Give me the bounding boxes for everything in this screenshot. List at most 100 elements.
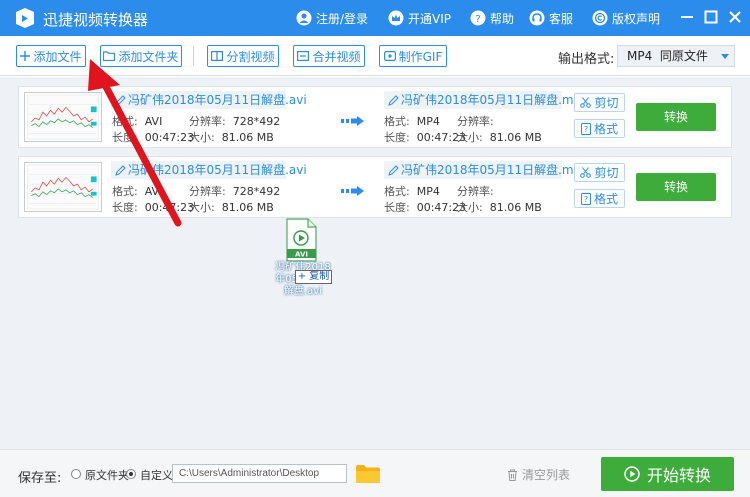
source-format-value: AVI — [144, 185, 163, 198]
radio-original-folder[interactable] — [71, 469, 81, 479]
format-label: 格式 — [593, 122, 618, 136]
cut-button[interactable]: 剪切 — [574, 163, 625, 182]
output-size-key: 大小: — [457, 131, 483, 144]
app-title: 迅捷视频转换器 — [43, 11, 149, 29]
service-button[interactable]: 客服 — [529, 9, 573, 27]
copyright-button[interactable]: 版权声明 — [592, 9, 660, 27]
source-size-key: 大小: — [189, 201, 215, 214]
output-resolution-key: 分辨率: — [457, 185, 494, 198]
source-length-key: 长度: — [112, 201, 138, 214]
source-file-name-text: 冯矿伟2018年05月11日解盘.avi — [128, 93, 307, 107]
folder-icon — [103, 51, 116, 61]
minimize-icon[interactable] — [680, 10, 694, 24]
make-gif-label: 制作GIF — [398, 49, 443, 64]
format-label: 格式 — [593, 192, 618, 206]
output-format-value: MP4 — [416, 115, 440, 128]
source-size-value: 81.06 MB — [221, 131, 274, 144]
svg-text:?: ? — [584, 195, 588, 204]
source-length-value: 00:47:23 — [144, 201, 195, 214]
output-format-select[interactable]: MP4 同原文件 — [617, 45, 735, 67]
pencil-icon[interactable] — [115, 165, 126, 176]
output-format-value: MP4 — [416, 185, 440, 198]
source-length-key: 长度: — [112, 131, 138, 144]
copy-badge: + 复制 — [295, 270, 332, 284]
source-length: 长度: 00:47:23 — [112, 199, 194, 215]
add-folder-button[interactable]: 添加文件夹 — [100, 45, 182, 67]
svg-text:?: ? — [475, 14, 480, 25]
convert-arrow-icon — [341, 116, 364, 126]
output-resolution: 分辨率: — [457, 113, 494, 129]
output-file-name-text: 冯矿伟2018年05月11日解盘.m... — [401, 163, 586, 177]
convert-button[interactable]: 转换 — [636, 173, 716, 201]
merge-video-button[interactable]: 合并视频 — [293, 45, 365, 67]
svg-text:?: ? — [584, 125, 588, 134]
output-format-key: 格式: — [384, 185, 410, 198]
login-button[interactable]: 注册/登录 — [296, 9, 368, 27]
source-format: 格式: AVI — [112, 183, 162, 199]
headset-icon — [529, 10, 545, 26]
folder-browse-icon[interactable] — [356, 465, 380, 483]
add-folder-label: 添加文件夹 — [118, 49, 179, 64]
clear-list-button[interactable]: 清空列表 — [507, 466, 570, 483]
video-thumbnail — [24, 92, 102, 142]
clear-list-label: 清空列表 — [522, 468, 571, 482]
source-file-name: 冯矿伟2018年05月11日解盘.avi — [111, 91, 307, 109]
vip-button[interactable]: 开通VIP — [388, 9, 451, 27]
output-format: 格式: MP4 — [384, 183, 440, 199]
start-convert-button[interactable]: 开始转换 — [601, 457, 734, 491]
split-video-label: 分割视频 — [226, 49, 275, 64]
video-thumbnail — [24, 162, 102, 212]
add-file-label: 添加文件 — [33, 49, 82, 64]
trash-icon — [508, 469, 517, 481]
source-file-name: 冯矿伟2018年05月11日解盘.avi — [111, 161, 307, 179]
convert-button[interactable]: 转换 — [636, 103, 716, 131]
format-settings-icon: ? — [580, 192, 591, 205]
file-item: 冯矿伟2018年05月11日解盘.avi 格式: AVI 分辨率: 728*49… — [18, 86, 732, 148]
custom-folder-label: 自定义 — [140, 469, 173, 482]
format-button[interactable]: ? 格式 — [574, 189, 625, 208]
maximize-icon[interactable] — [704, 10, 718, 24]
gif-icon — [383, 51, 396, 61]
radio-custom-folder[interactable] — [126, 469, 136, 479]
source-resolution-value: 728*492 — [232, 115, 281, 128]
merge-icon — [297, 51, 310, 61]
original-folder-label: 原文件夹 — [85, 469, 129, 482]
source-length-value: 00:47:23 — [144, 131, 195, 144]
copyright-icon — [592, 10, 608, 26]
start-convert-label: 开始转换 — [646, 466, 711, 485]
source-resolution: 分辨率: 728*492 — [189, 183, 280, 199]
title-bar: 迅捷视频转换器 注册/登录 开通VIP ? 帮助 客服 版权声明 — [0, 0, 750, 36]
play-icon — [624, 466, 640, 482]
source-resolution-key: 分辨率: — [189, 115, 226, 128]
scissors-icon — [580, 97, 592, 108]
cut-label: 剪切 — [594, 96, 619, 110]
file-item: 冯矿伟2018年05月11日解盘.avi 格式: AVI 分辨率: 728*49… — [18, 156, 732, 218]
add-file-button[interactable]: 添加文件 — [16, 45, 86, 67]
output-resolution: 分辨率: — [457, 183, 494, 199]
cut-button[interactable]: 剪切 — [574, 93, 625, 112]
source-format: 格式: AVI — [112, 113, 162, 129]
split-icon — [211, 51, 224, 61]
output-format-value: MP4 同原文件 — [627, 49, 708, 63]
pencil-icon[interactable] — [115, 95, 126, 106]
help-button[interactable]: ? 帮助 — [470, 9, 514, 27]
output-size-value: 81.06 MB — [489, 201, 542, 214]
make-gif-button[interactable]: 制作GIF — [379, 45, 447, 67]
scissors-icon — [580, 167, 592, 178]
output-length-key: 长度: — [384, 131, 410, 144]
output-path-input[interactable]: C:\Users\Administrator\Desktop — [172, 464, 347, 483]
format-button[interactable]: ? 格式 — [574, 119, 625, 138]
merge-video-label: 合并视频 — [312, 49, 361, 64]
source-size-value: 81.06 MB — [221, 201, 274, 214]
output-size: 大小: 81.06 MB — [457, 199, 542, 215]
close-icon[interactable] — [728, 10, 742, 24]
output-length-key: 长度: — [384, 201, 410, 214]
app-logo-icon — [16, 8, 34, 28]
user-icon — [296, 10, 312, 26]
pencil-icon[interactable] — [388, 95, 399, 106]
source-size: 大小: 81.06 MB — [189, 199, 274, 215]
source-resolution-value: 728*492 — [232, 185, 281, 198]
pencil-icon[interactable] — [388, 165, 399, 176]
split-video-button[interactable]: 分割视频 — [207, 45, 279, 67]
output-resolution-key: 分辨率: — [457, 115, 494, 128]
